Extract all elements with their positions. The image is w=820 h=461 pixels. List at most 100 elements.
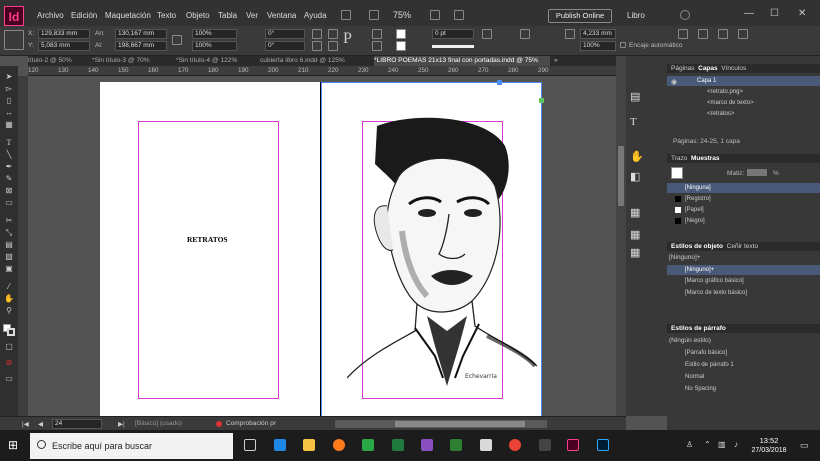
- gradient-swatch-tool-icon[interactable]: ▤: [3, 240, 15, 250]
- first-page-icon[interactable]: |◀: [22, 420, 29, 428]
- layer-item[interactable]: <marco de texto>: [667, 98, 820, 108]
- stroke-swatch-icon[interactable]: [396, 41, 406, 51]
- shear-angle-field[interactable]: 0°: [265, 41, 305, 51]
- gap-tool-icon[interactable]: ↔: [3, 108, 15, 118]
- selection-tool-icon[interactable]: ➤: [3, 72, 15, 82]
- stroke-color-icon[interactable]: [7, 328, 15, 336]
- task-view-icon[interactable]: [244, 439, 256, 451]
- page-style-label[interactable]: [Básico] (usado): [135, 420, 182, 427]
- reference-point-icon[interactable]: [4, 30, 24, 50]
- notifications-icon[interactable]: ▭: [800, 440, 809, 451]
- swatch-row[interactable]: [Registro]: [667, 194, 820, 204]
- close-icon[interactable]: ✕: [798, 8, 806, 19]
- gradient-feather-tool-icon[interactable]: ▧: [3, 252, 15, 262]
- tab-muestras[interactable]: Muestras: [691, 155, 720, 162]
- rectangle-frame-tool-icon[interactable]: ⊠: [3, 186, 15, 196]
- hand-tool-icon[interactable]: ✋: [3, 294, 15, 304]
- paragraph-style-row[interactable]: Estilo de párrafo 1: [667, 360, 820, 370]
- store-icon[interactable]: [362, 439, 374, 451]
- minimize-icon[interactable]: —: [744, 8, 754, 19]
- tab-document-4[interactable]: cubierta libro 6.indd @ 125%: [260, 56, 372, 66]
- right-page[interactable]: Echevarría: [321, 80, 544, 416]
- people-icon[interactable]: ♙: [686, 440, 693, 449]
- fit-content-icon[interactable]: [698, 29, 708, 39]
- line-tool-icon[interactable]: ╲: [3, 150, 15, 160]
- tab-cenir-texto[interactable]: Ceñir texto: [727, 243, 758, 250]
- selected-frame-bounds[interactable]: [321, 82, 542, 416]
- cell-styles-panel-icon[interactable]: ▦: [630, 246, 642, 259]
- width-field[interactable]: 130,167 mm: [115, 29, 167, 39]
- indesign-taskbar-icon[interactable]: [567, 439, 579, 451]
- tab-document-3[interactable]: *Sin título-4 @ 122%: [176, 56, 258, 66]
- menu-maquetacion[interactable]: Maquetación: [105, 11, 151, 20]
- x-field[interactable]: 129,833 mm: [38, 29, 90, 39]
- direct-selection-tool-icon[interactable]: ▻: [3, 84, 15, 94]
- arrange-documents-icon[interactable]: [454, 10, 464, 20]
- app-icon[interactable]: [539, 439, 551, 451]
- scale-y-field[interactable]: 100%: [192, 41, 237, 51]
- center-content-icon[interactable]: [718, 29, 728, 39]
- object-style-row[interactable]: [Marco gráfico básico]: [667, 276, 820, 286]
- flip-horizontal-icon[interactable]: [328, 29, 338, 39]
- select-next-icon[interactable]: [372, 41, 382, 51]
- chrome-icon[interactable]: [509, 439, 521, 451]
- menu-ayuda[interactable]: Ayuda: [304, 11, 327, 20]
- tab-document-1[interactable]: título-2 @ 50%: [28, 56, 90, 66]
- rotate-cw-icon[interactable]: [312, 29, 322, 39]
- tab-capas[interactable]: Capas: [698, 65, 718, 72]
- drop-shadow-icon[interactable]: [482, 29, 492, 39]
- frame-fitting-field[interactable]: 4,233 mm: [580, 29, 616, 39]
- tab-estilos-objeto[interactable]: Estilos de objeto: [671, 243, 723, 250]
- layer-item[interactable]: <retratos>: [667, 109, 820, 119]
- y-field[interactable]: 5,083 mm: [38, 41, 90, 51]
- horizontal-scrollbar[interactable]: [335, 420, 547, 428]
- volume-icon[interactable]: ♪: [734, 440, 738, 449]
- pages-panel-icon[interactable]: ▤: [630, 90, 642, 103]
- next-page-icon[interactable]: ▶|: [118, 420, 125, 428]
- clock-date[interactable]: 27/03/2018: [748, 447, 790, 454]
- constrain-proportions-icon[interactable]: [172, 35, 182, 45]
- tab-trazo[interactable]: Trazo: [671, 155, 687, 162]
- height-field[interactable]: 198,667 mm: [115, 41, 167, 51]
- rectangle-tool-icon[interactable]: ▭: [3, 198, 15, 208]
- page-tool-icon[interactable]: ▯: [3, 96, 15, 106]
- object-style-row[interactable]: [Ninguno]+: [667, 265, 820, 275]
- tint-field[interactable]: [747, 169, 767, 176]
- menu-ver[interactable]: Ver: [246, 11, 258, 20]
- free-transform-tool-icon[interactable]: ⤡: [3, 228, 15, 238]
- horizontal-scroll-thumb[interactable]: [395, 421, 525, 427]
- menu-texto[interactable]: Texto: [157, 11, 176, 20]
- content-collector-icon[interactable]: ▦: [3, 120, 15, 130]
- file-explorer-icon[interactable]: [303, 439, 315, 451]
- menu-ventana[interactable]: Ventana: [267, 11, 296, 20]
- bridge-icon[interactable]: [341, 10, 351, 20]
- windows-start-icon[interactable]: ⊞: [8, 439, 20, 451]
- type-tool-icon[interactable]: T: [3, 138, 15, 148]
- screen-mode-tool-icon[interactable]: ▭: [3, 374, 15, 384]
- rotate-ccw-icon[interactable]: [312, 41, 322, 51]
- eye-icon[interactable]: ◉: [671, 78, 677, 86]
- menu-objeto[interactable]: Objeto: [186, 11, 210, 20]
- layer-item[interactable]: <retrato.png>: [667, 87, 820, 97]
- edge-icon[interactable]: [274, 439, 286, 451]
- flip-vertical-icon[interactable]: [328, 41, 338, 51]
- pasteboard[interactable]: RETRATOS Echevarría: [28, 76, 616, 416]
- fit-frame-icon[interactable]: [678, 29, 688, 39]
- align-panel-icon[interactable]: ◧: [630, 170, 642, 183]
- fill-stroke-swatch-icon[interactable]: [671, 167, 683, 179]
- paragraph-style-row[interactable]: No Spacing: [667, 384, 820, 394]
- fill-swatch-icon[interactable]: [396, 29, 406, 39]
- rotation-angle-field[interactable]: 0°: [265, 29, 305, 39]
- text-wrap-icon[interactable]: [565, 29, 575, 39]
- frame-percent-field[interactable]: 100%: [580, 41, 616, 51]
- publish-online-button[interactable]: Publish Online: [548, 9, 612, 23]
- app-icon[interactable]: [421, 439, 433, 451]
- previous-page-icon[interactable]: ◀: [38, 420, 43, 428]
- select-content-icon[interactable]: P: [343, 30, 352, 48]
- hand-panel-icon[interactable]: ✋: [630, 150, 644, 163]
- menu-edicion[interactable]: Edición: [71, 11, 97, 20]
- pen-tool-icon[interactable]: ✒: [3, 162, 15, 172]
- page-number-field[interactable]: 24: [52, 419, 102, 429]
- mail-icon[interactable]: [480, 439, 492, 451]
- opacity-icon[interactable]: [520, 29, 530, 39]
